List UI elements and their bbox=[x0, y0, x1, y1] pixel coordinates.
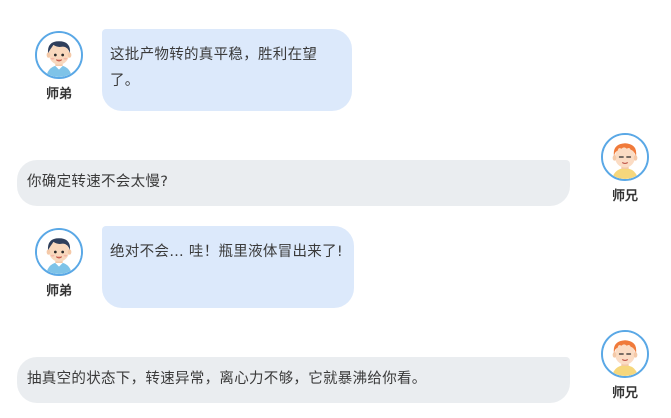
boy-dark-hair-avatar-icon bbox=[35, 228, 83, 276]
speaker-name-left: 师弟 bbox=[45, 87, 72, 102]
speaker-name-left: 师弟 bbox=[45, 284, 72, 299]
chat-bubble-right: 你确定转速不会太慢? bbox=[17, 160, 570, 206]
chat-view: 师弟 这批产物转的真平稳，胜利在望了。 师兄 你确定转速不会太慢? 师弟 绝对不… bbox=[0, 0, 671, 418]
boy-orange-hair-avatar-icon bbox=[601, 133, 649, 181]
chat-bubble-right: 抽真空的状态下，转速异常，离心力不够，它就暴沸给你看。 bbox=[17, 357, 570, 403]
boy-dark-hair-avatar-icon bbox=[35, 31, 83, 79]
chat-bubble-left: 这批产物转的真平稳，胜利在望了。 bbox=[102, 29, 352, 111]
chat-bubble-left: 绝对不会… 哇！瓶里液体冒出来了! bbox=[102, 226, 354, 308]
speaker-name-right: 师兄 bbox=[611, 189, 638, 204]
speaker-name-right: 师兄 bbox=[611, 386, 638, 401]
boy-orange-hair-avatar-icon bbox=[601, 330, 649, 378]
